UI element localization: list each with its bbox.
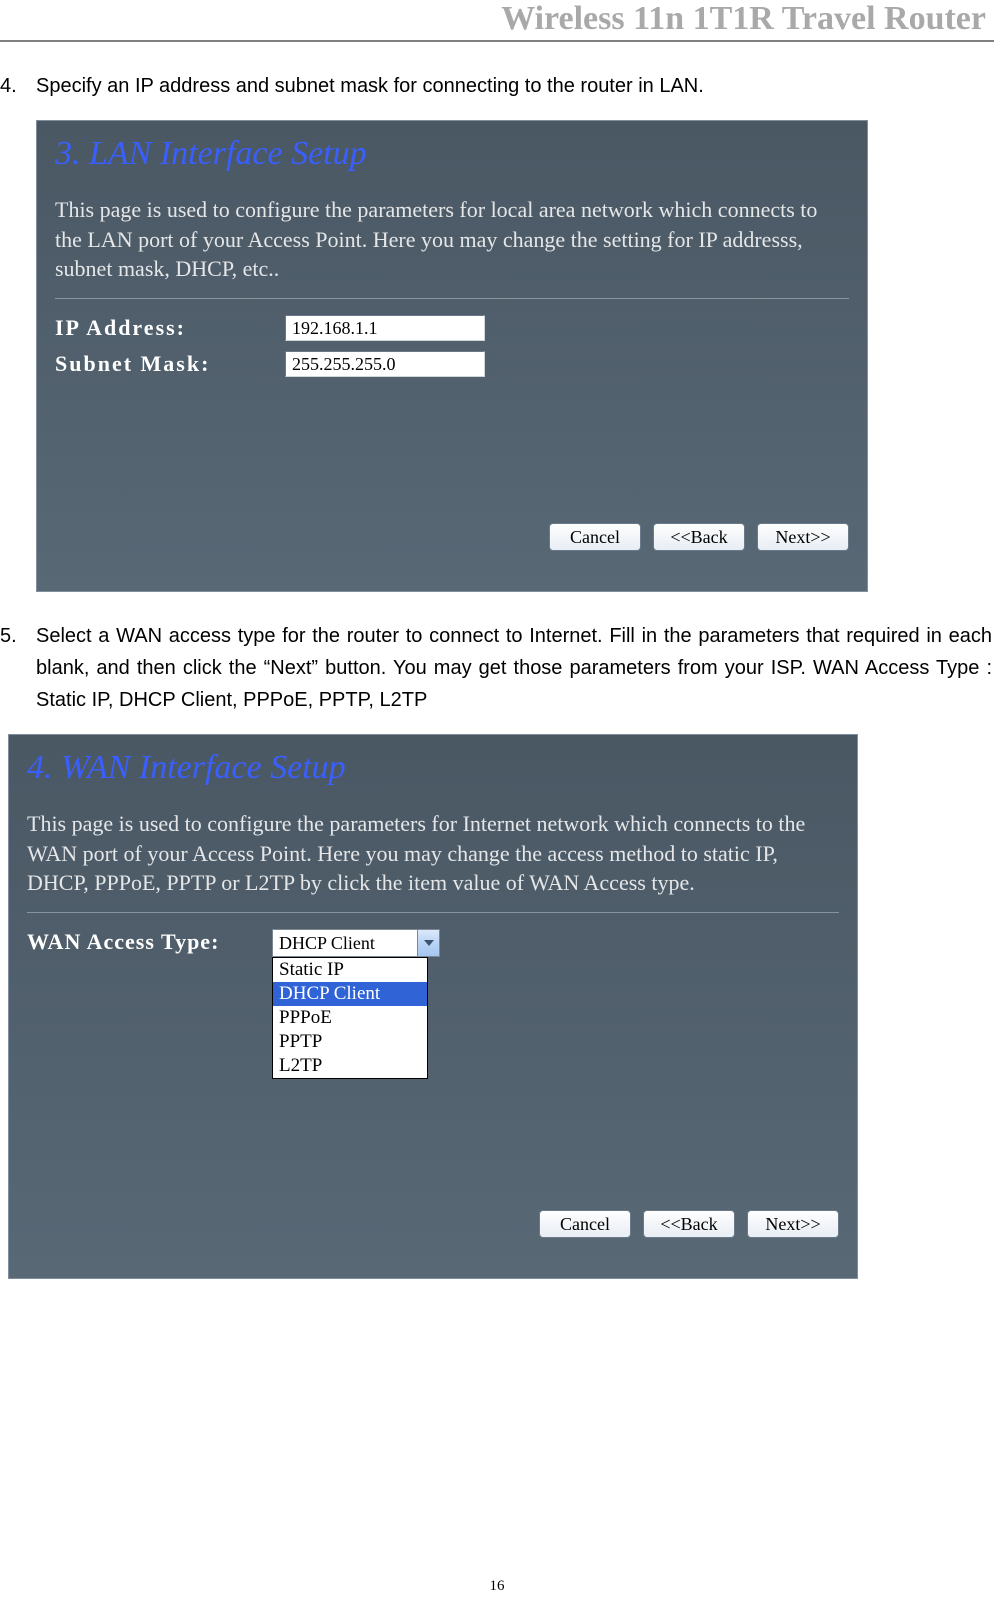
step-5-number: 5.	[0, 620, 36, 716]
option-dhcp-client[interactable]: DHCP Client	[273, 982, 427, 1006]
wan-setup-screenshot: 4. WAN Interface Setup This page is used…	[8, 734, 858, 1279]
back-button[interactable]: <<Back	[653, 523, 745, 551]
step-4-text: Specify an IP address and subnet mask fo…	[36, 70, 992, 102]
wan-panel-title: 4. WAN Interface Setup	[27, 749, 839, 787]
option-l2tp[interactable]: L2TP	[273, 1054, 427, 1078]
step-4-number: 4.	[0, 70, 36, 102]
lan-setup-screenshot: 3. LAN Interface Setup This page is used…	[36, 120, 868, 592]
next-button-label: Next>>	[775, 527, 830, 548]
document-header: Wireless 11n 1T1R Travel Router	[0, 0, 994, 42]
lan-button-row: Cancel <<Back Next>>	[549, 523, 849, 551]
option-static-ip[interactable]: Static IP	[273, 958, 427, 982]
back-button-label: <<Back	[660, 1214, 717, 1235]
next-button[interactable]: Next>>	[747, 1210, 839, 1238]
divider	[55, 298, 849, 299]
subnet-mask-input[interactable]: 255.255.255.0	[285, 351, 485, 377]
wan-panel-description: This page is used to configure the param…	[27, 809, 839, 898]
cancel-button[interactable]: Cancel	[539, 1210, 631, 1238]
page-number: 16	[0, 1578, 994, 1595]
ip-address-input[interactable]: 192.168.1.1	[285, 315, 485, 341]
back-button-label: <<Back	[670, 527, 727, 548]
wan-access-type-value: DHCP Client	[279, 933, 375, 954]
document-title: Wireless 11n 1T1R Travel Router	[501, 0, 986, 37]
wan-button-row: Cancel <<Back Next>>	[539, 1210, 839, 1238]
wan-access-type-select[interactable]: DHCP Client	[272, 929, 440, 957]
ip-address-label: IP Address:	[55, 315, 285, 341]
chevron-down-icon[interactable]	[417, 930, 439, 956]
lan-panel-title: 3. LAN Interface Setup	[55, 135, 849, 173]
cancel-button-label: Cancel	[560, 1214, 610, 1235]
ip-address-value: 192.168.1.1	[292, 318, 378, 339]
wan-access-type-label: WAN Access Type:	[27, 929, 272, 955]
option-pptp[interactable]: PPTP	[273, 1030, 427, 1054]
step-5-block: 5. Select a WAN access type for the rout…	[0, 592, 994, 734]
step-5-text: Select a WAN access type for the router …	[36, 620, 992, 716]
wan-access-type-dropdown: Static IP DHCP Client PPPoE PPTP L2TP	[272, 957, 428, 1079]
next-button-label: Next>>	[765, 1214, 820, 1235]
cancel-button[interactable]: Cancel	[549, 523, 641, 551]
back-button[interactable]: <<Back	[643, 1210, 735, 1238]
step-4-block: 4. Specify an IP address and subnet mask…	[0, 42, 994, 120]
lan-panel-description: This page is used to configure the param…	[55, 195, 849, 284]
option-pppoe[interactable]: PPPoE	[273, 1006, 427, 1030]
subnet-mask-value: 255.255.255.0	[292, 354, 396, 375]
divider	[27, 912, 839, 913]
subnet-mask-label: Subnet Mask:	[55, 351, 285, 377]
next-button[interactable]: Next>>	[757, 523, 849, 551]
cancel-button-label: Cancel	[570, 527, 620, 548]
